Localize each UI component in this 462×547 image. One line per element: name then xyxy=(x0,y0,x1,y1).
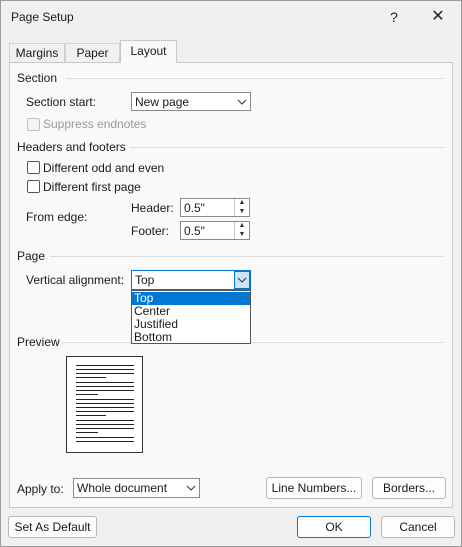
preview-text-line xyxy=(76,399,134,400)
preview-text-line xyxy=(76,373,134,374)
vertical-alignment-dropdown[interactable]: Top xyxy=(131,270,251,290)
title-bar: Page Setup ? ✕ xyxy=(1,1,461,33)
preview-text-line xyxy=(76,377,106,378)
footer-label: Footer: xyxy=(131,224,170,238)
help-icon[interactable]: ? xyxy=(382,5,406,29)
section-separator xyxy=(66,78,444,79)
preview-text-line xyxy=(76,441,134,442)
suppress-endnotes-checkbox[interactable] xyxy=(27,118,40,131)
page-preview xyxy=(66,356,143,453)
preview-text-line xyxy=(76,394,98,395)
dialog-title: Page Setup xyxy=(11,10,74,24)
page-heading: Page xyxy=(17,249,46,263)
apply-to-value: Whole document xyxy=(77,481,168,495)
different-first-page-checkbox[interactable] xyxy=(27,180,40,193)
different-odd-even-checkbox[interactable] xyxy=(27,161,40,174)
footer-distance-spinner[interactable]: 0.5" ▲ ▼ xyxy=(180,221,250,240)
preview-text-line xyxy=(76,386,134,387)
cancel-button[interactable]: Cancel xyxy=(381,516,455,538)
headers-footers-separator xyxy=(130,147,444,148)
tab-paper[interactable]: Paper xyxy=(65,43,120,62)
section-start-dropdown[interactable]: New page xyxy=(131,92,251,111)
section-heading: Section xyxy=(17,71,58,85)
spin-up-icon[interactable]: ▲ xyxy=(235,199,249,207)
spin-down-icon[interactable]: ▼ xyxy=(235,208,249,216)
preview-text-line xyxy=(76,415,106,416)
chevron-down-icon[interactable] xyxy=(234,271,250,289)
header-label: Header: xyxy=(131,201,174,215)
preview-text-line xyxy=(76,424,134,425)
different-first-page-label: Different first page xyxy=(43,180,141,194)
header-distance-spinner[interactable]: 0.5" ▲ ▼ xyxy=(180,198,250,217)
chevron-down-icon[interactable] xyxy=(234,93,250,110)
borders-button[interactable]: Borders... xyxy=(372,477,446,499)
chevron-down-icon[interactable] xyxy=(183,479,199,497)
line-numbers-button[interactable]: Line Numbers... xyxy=(266,477,362,499)
tab-margins[interactable]: Margins xyxy=(9,43,65,62)
preview-text-line xyxy=(76,411,134,412)
apply-to-dropdown[interactable]: Whole document xyxy=(73,478,200,498)
preview-text-line xyxy=(76,428,134,429)
layout-tab-panel: Section Section start: New page Suppress… xyxy=(9,62,453,508)
preview-text-line xyxy=(76,420,134,421)
ok-button[interactable]: OK xyxy=(297,516,371,538)
page-separator xyxy=(50,256,444,257)
preview-text-line xyxy=(76,390,134,391)
section-start-value: New page xyxy=(135,95,190,109)
set-as-default-button[interactable]: Set As Default xyxy=(8,516,97,538)
preview-text-line xyxy=(76,382,134,383)
preview-text-line xyxy=(76,437,134,438)
apply-to-label: Apply to: xyxy=(17,482,64,496)
different-odd-even-label: Different odd and even xyxy=(43,161,165,175)
close-icon[interactable]: ✕ xyxy=(426,5,450,29)
preview-text-line xyxy=(76,432,98,433)
preview-text-line xyxy=(76,403,134,404)
tab-strip: Margins Paper Layout xyxy=(1,40,461,63)
section-start-label: Section start: xyxy=(26,95,97,109)
tab-layout[interactable]: Layout xyxy=(120,40,177,63)
preview-separator xyxy=(62,342,444,343)
vertical-alignment-value: Top xyxy=(135,273,155,287)
preview-heading: Preview xyxy=(17,335,60,349)
header-spin-buttons: ▲ ▼ xyxy=(234,199,249,216)
spin-down-icon[interactable]: ▼ xyxy=(235,231,249,239)
page-setup-dialog: Page Setup ? ✕ Margins Paper Layout Sect… xyxy=(0,0,462,547)
vertical-alignment-label: Vertical alignment: xyxy=(26,273,125,287)
from-edge-label: From edge: xyxy=(26,210,88,224)
spin-up-icon[interactable]: ▲ xyxy=(235,222,249,230)
preview-text-line xyxy=(76,365,134,366)
vertical-alignment-options: Top Center Justified Bottom xyxy=(131,290,251,344)
footer-distance-value: 0.5" xyxy=(184,224,205,238)
headers-footers-heading: Headers and footers xyxy=(17,140,126,154)
preview-text-line xyxy=(76,407,134,408)
option-bottom[interactable]: Bottom xyxy=(132,331,250,344)
suppress-endnotes-label: Suppress endnotes xyxy=(43,117,147,131)
header-distance-value: 0.5" xyxy=(184,201,205,215)
preview-text-line xyxy=(76,369,134,370)
footer-spin-buttons: ▲ ▼ xyxy=(234,222,249,239)
